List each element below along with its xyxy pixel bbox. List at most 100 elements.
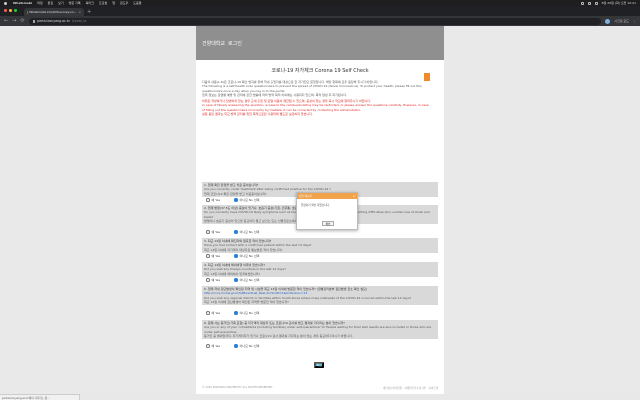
dialog-ok-button[interactable]: 확인 bbox=[322, 221, 334, 226]
new-tab-button[interactable]: + bbox=[87, 9, 91, 15]
url-host: portal.konyang.ac.kr bbox=[37, 19, 70, 23]
privacy-link[interactable]: 개인정보처리방침 bbox=[383, 387, 402, 390]
survey-title: 코로나-19 자가체크 Corona 19 Self Check bbox=[271, 68, 369, 74]
radio-yes[interactable] bbox=[206, 278, 210, 282]
clock[interactable]: 8월 26일 (화) 오전 10:21 bbox=[602, 1, 636, 5]
option-no-label: 아니요 No 선택 bbox=[239, 254, 260, 258]
profile-label[interactable]: 시크릿 모드 bbox=[614, 19, 629, 23]
radio-no[interactable] bbox=[234, 198, 238, 202]
option-yes[interactable]: 예 Yes bbox=[206, 311, 220, 315]
apple-icon[interactable] bbox=[4, 1, 7, 5]
site-footer: © 2020 KONYANG UNIVERSITY ALL RIGHTS RES… bbox=[202, 386, 438, 390]
forward-icon[interactable]: → bbox=[12, 18, 16, 24]
sitemap-link[interactable]: 사이트맵 bbox=[428, 387, 438, 390]
address-bar[interactable]: portal.konyang.ac.kr/covid_sc bbox=[28, 17, 602, 25]
option-no[interactable]: 아니요 No 선택 bbox=[234, 198, 259, 202]
minimize-window-icon[interactable] bbox=[9, 9, 12, 12]
option-yes-label: 예 Yes bbox=[211, 254, 221, 258]
radio-no[interactable] bbox=[234, 230, 238, 234]
question-6: 6. 함께 사는 동거인(가족 포함) 중 자가격리 대상자 또는 코로나19 … bbox=[202, 320, 438, 340]
tab-title: Whatsmobi.kr/stchbsurvey.xn... bbox=[29, 10, 77, 14]
menu-view[interactable]: 보기 bbox=[58, 1, 64, 5]
window-controls bbox=[4, 9, 17, 12]
site-header: 건양대학교 로그인 bbox=[196, 26, 444, 60]
submit-button[interactable]: 확인 bbox=[314, 362, 324, 368]
option-no[interactable]: 아니요 No 선택 bbox=[234, 254, 259, 258]
zoom-window-icon[interactable] bbox=[14, 9, 17, 12]
intro-warning: In case of falsely answering the questio… bbox=[202, 103, 429, 112]
question-extra: 최근 14일 이내에 자가격리 대상자로 통보받은 적이 있습니까? bbox=[204, 247, 283, 252]
lock-icon[interactable] bbox=[32, 19, 36, 23]
question-6-options: 예 Yes 아니요 No 선택 bbox=[206, 344, 259, 348]
radio-no[interactable] bbox=[234, 278, 238, 282]
status-icon[interactable] bbox=[580, 1, 584, 5]
question-extra: 최근 14일 이내에 집단발생이 확인된 지역을 방문한 적이 있습니까? bbox=[204, 299, 289, 304]
option-no[interactable]: 아니요 No 선택 bbox=[234, 230, 259, 234]
option-yes-label: 예 Yes bbox=[211, 278, 221, 282]
browser-toolbar: ← → ⟳ portal.konyang.ac.kr/covid_sc 시크릿 … bbox=[0, 16, 640, 26]
login-link[interactable]: 로그인 bbox=[228, 40, 242, 47]
question-5-options: 예 Yes 아니요 No 선택 bbox=[206, 311, 259, 315]
menu-profiles[interactable]: 프로필 bbox=[99, 1, 107, 5]
option-no[interactable]: 아니요 No 선택 bbox=[234, 311, 259, 315]
radio-no[interactable] bbox=[234, 344, 238, 348]
option-no[interactable]: 아니요 No 선택 bbox=[234, 278, 259, 282]
option-no-label: 아니요 No 선택 bbox=[239, 344, 260, 348]
alert-dialog: 포털 메시지 × 입장하기 확인 되었습니다. 확인 bbox=[296, 192, 358, 230]
profile-avatar-icon[interactable] bbox=[605, 18, 611, 24]
menu-bookmarks[interactable]: 북마크 bbox=[86, 1, 94, 5]
close-window-icon[interactable] bbox=[4, 9, 7, 12]
question-5: 5. 현재 국내 집단발생이 확인된 지역 및 시설을 최근 14일 이내에 방… bbox=[202, 286, 438, 306]
email-policy-link[interactable]: 이메일무단수집거부 bbox=[404, 387, 425, 390]
survey-intro: 다음의 내용(1-6)은 코로나-19 확산 방지를 위해 학내 출입자를 대상… bbox=[202, 80, 432, 116]
browser-status-bar: portal.konyang.ac.kr에서 기다리는 중... bbox=[0, 394, 80, 400]
dialog-title: 포털 메시지 bbox=[299, 195, 312, 198]
back-icon[interactable]: ← bbox=[4, 18, 8, 24]
option-yes[interactable]: 예 Yes bbox=[206, 198, 220, 202]
dialog-message: 입장하기 확인 되었습니다. bbox=[301, 204, 330, 207]
menu-kebab-icon[interactable]: ⋮ bbox=[633, 19, 636, 23]
radio-yes[interactable] bbox=[206, 230, 210, 234]
intro-line: The following is a self-health code ques… bbox=[202, 84, 422, 93]
option-yes-label: 예 Yes bbox=[211, 230, 221, 234]
option-no-label: 아니요 No 선택 bbox=[239, 230, 260, 234]
question-2-options: 예 Yes 아니요 No 선택 bbox=[206, 230, 259, 234]
radio-yes[interactable] bbox=[206, 254, 210, 258]
reload-icon[interactable]: ⟳ bbox=[20, 18, 24, 24]
menu-help[interactable]: 도움말 bbox=[133, 1, 141, 5]
menu-file[interactable]: 파일 bbox=[37, 1, 43, 5]
question-extra: 동거인 중 해외입국자, 자가격리자가 있거나 코로나19 검사 결과를 기다리… bbox=[204, 333, 353, 338]
dialog-close-icon[interactable]: × bbox=[352, 194, 355, 198]
question-3-options: 예 Yes 아니요 No 선택 bbox=[206, 254, 259, 258]
question-en: Are you or any of your cohabitants (incl… bbox=[204, 325, 432, 334]
menu-tab[interactable]: 탭 bbox=[112, 1, 115, 5]
menu-edit[interactable]: 편집 bbox=[48, 1, 54, 5]
option-yes[interactable]: 예 Yes bbox=[206, 254, 220, 258]
option-yes[interactable]: 예 Yes bbox=[206, 278, 220, 282]
option-no-label: 아니요 No 선택 bbox=[239, 198, 260, 202]
menu-history[interactable]: 방문 기록 bbox=[69, 1, 81, 5]
option-yes[interactable]: 예 Yes bbox=[206, 344, 220, 348]
radio-no[interactable] bbox=[234, 311, 238, 315]
tab-close-icon[interactable]: × bbox=[78, 10, 81, 14]
radio-yes[interactable] bbox=[206, 198, 210, 202]
battery-icon[interactable] bbox=[594, 1, 598, 5]
option-no[interactable]: 아니요 No 선택 bbox=[234, 344, 259, 348]
menu-window[interactable]: 윈도우 bbox=[120, 1, 128, 5]
tab-strip: Whatsmobi.kr/stchbsurvey.xn... × + bbox=[0, 6, 640, 16]
radio-yes[interactable] bbox=[206, 311, 210, 315]
option-yes-label: 예 Yes bbox=[211, 344, 221, 348]
radio-yes[interactable] bbox=[206, 344, 210, 348]
copyright: © 2020 KONYANG UNIVERSITY ALL RIGHTS RES… bbox=[202, 386, 273, 389]
menu-app[interactable]: Whatsmobi bbox=[13, 1, 32, 5]
question-3: 3. 최근 14일 이내에 확진자와 접촉한 적이 있습니까? Have you… bbox=[202, 238, 438, 253]
question-4-options: 예 Yes 아니요 No 선택 bbox=[206, 278, 259, 282]
radio-no[interactable] bbox=[234, 254, 238, 258]
site-name: 건양대학교 bbox=[202, 40, 226, 47]
option-yes-label: 예 Yes bbox=[211, 198, 221, 202]
option-yes-label: 예 Yes bbox=[211, 311, 221, 315]
option-yes[interactable]: 예 Yes bbox=[206, 230, 220, 234]
browser-tab[interactable]: Whatsmobi.kr/stchbsurvey.xn... × bbox=[24, 8, 84, 16]
wifi-icon[interactable] bbox=[587, 1, 591, 5]
question-extra: 최근 14일 이내에 해외에서 입국하셨습니까? bbox=[204, 271, 261, 276]
